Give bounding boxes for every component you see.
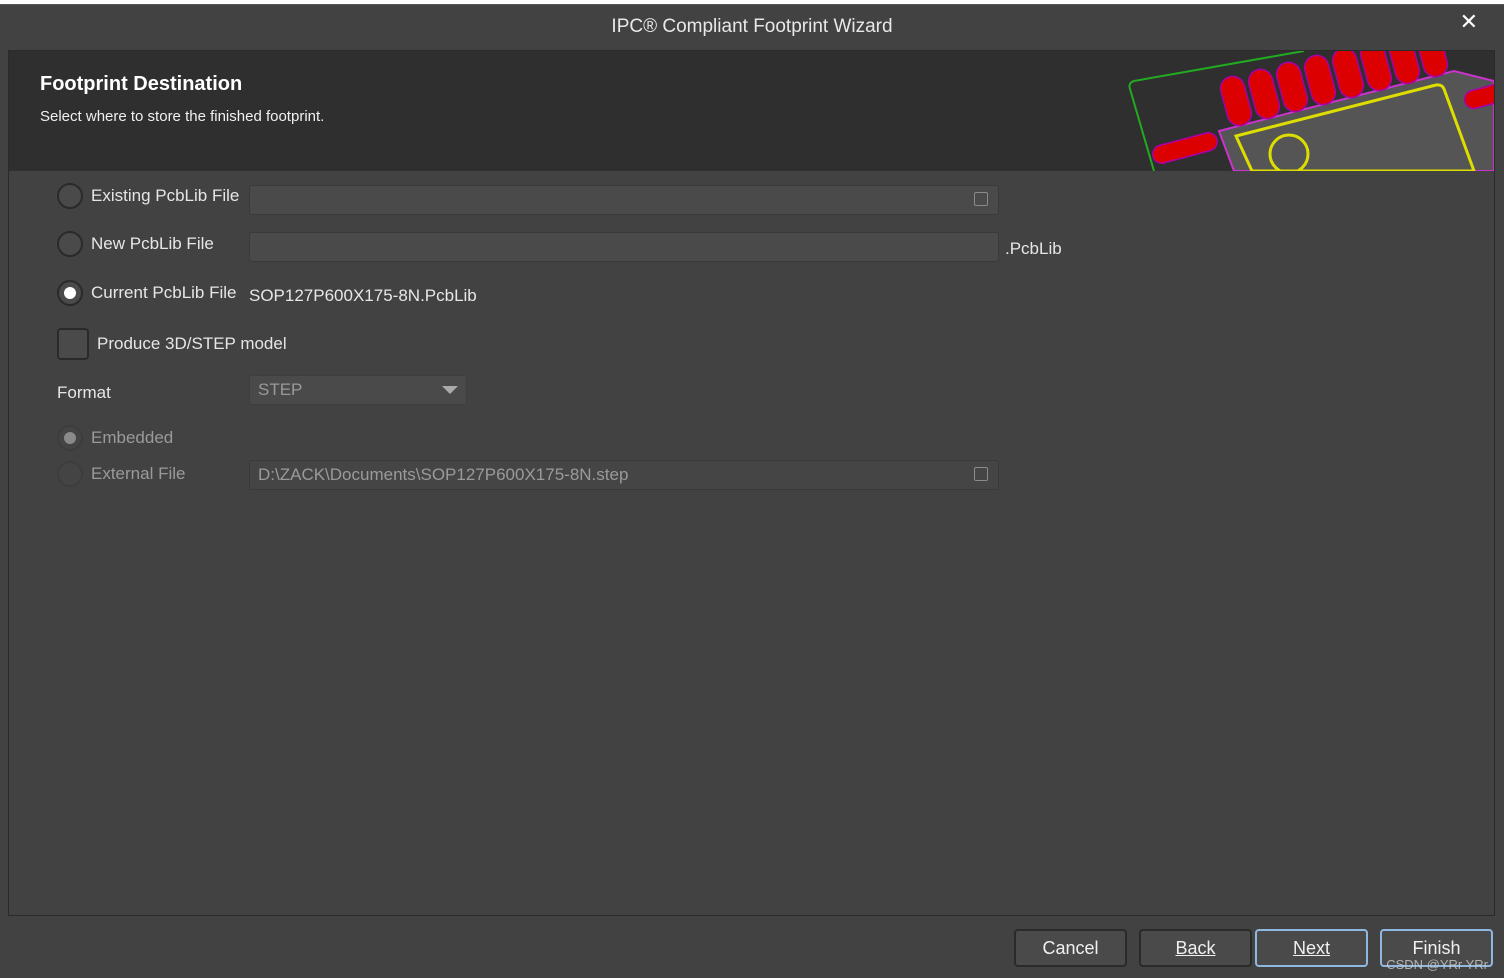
cancel-button[interactable]: Cancel	[1014, 929, 1127, 967]
embedded-label: Embedded	[91, 428, 174, 447]
close-icon[interactable]: ✕	[1460, 5, 1478, 39]
next-label: Next	[1292, 938, 1330, 958]
external-file-label: External File	[91, 464, 186, 483]
format-label: Format	[57, 383, 111, 402]
back-button[interactable]: Back	[1139, 929, 1252, 967]
browse-icon[interactable]	[974, 192, 988, 206]
wizard-window: IPC® Compliant Footprint Wizard ✕ Footpr…	[0, 4, 1504, 978]
format-dropdown[interactable]: STEP	[249, 375, 467, 405]
window-title: IPC® Compliant Footprint Wizard	[611, 16, 893, 37]
pcb-footprint-illustration	[1128, 51, 1494, 171]
content-panel: Footprint Destination Select where to st…	[8, 50, 1495, 916]
external-file-value: D:\ZACK\Documents\SOP127P600X175-8N.step	[258, 465, 629, 484]
new-pcblib-option[interactable]: New PcbLib File	[57, 231, 214, 257]
current-pcblib-radio[interactable]	[57, 280, 83, 306]
back-label: Back	[1175, 938, 1216, 958]
embedded-radio[interactable]	[57, 425, 83, 451]
current-pcblib-option[interactable]: Current PcbLib File	[57, 280, 237, 306]
embedded-option[interactable]: Embedded	[57, 425, 173, 451]
existing-pcblib-input[interactable]	[249, 185, 999, 215]
watermark: CSDN @YRr YRr	[1386, 957, 1488, 972]
page-header: Footprint Destination Select where to st…	[9, 51, 1494, 171]
external-file-input[interactable]: D:\ZACK\Documents\SOP127P600X175-8N.step	[249, 460, 999, 490]
produce-3d-option[interactable]: Produce 3D/STEP model	[57, 328, 287, 360]
new-pcblib-label: New PcbLib File	[91, 234, 214, 253]
existing-pcblib-radio[interactable]	[57, 183, 83, 209]
current-pcblib-value: SOP127P600X175-8N.PcbLib	[249, 286, 477, 305]
pcblib-suffix: .PcbLib	[1005, 239, 1062, 258]
browse-icon[interactable]	[974, 467, 988, 481]
new-pcblib-radio[interactable]	[57, 231, 83, 257]
external-file-radio[interactable]	[57, 461, 83, 487]
existing-pcblib-label: Existing PcbLib File	[91, 186, 240, 205]
chevron-down-icon	[442, 386, 458, 394]
page-subtitle: Select where to store the finished footp…	[40, 108, 325, 125]
page-title: Footprint Destination	[40, 73, 243, 95]
produce-3d-label: Produce 3D/STEP model	[97, 334, 287, 353]
new-pcblib-input[interactable]	[249, 232, 999, 262]
existing-pcblib-option[interactable]: Existing PcbLib File	[57, 183, 239, 209]
title-bar: IPC® Compliant Footprint Wizard ✕	[0, 5, 1504, 49]
external-file-option[interactable]: External File	[57, 461, 185, 487]
next-button[interactable]: Next	[1255, 929, 1368, 967]
produce-3d-checkbox[interactable]	[57, 328, 89, 360]
current-pcblib-label: Current PcbLib File	[91, 283, 237, 302]
format-value: STEP	[258, 380, 303, 399]
